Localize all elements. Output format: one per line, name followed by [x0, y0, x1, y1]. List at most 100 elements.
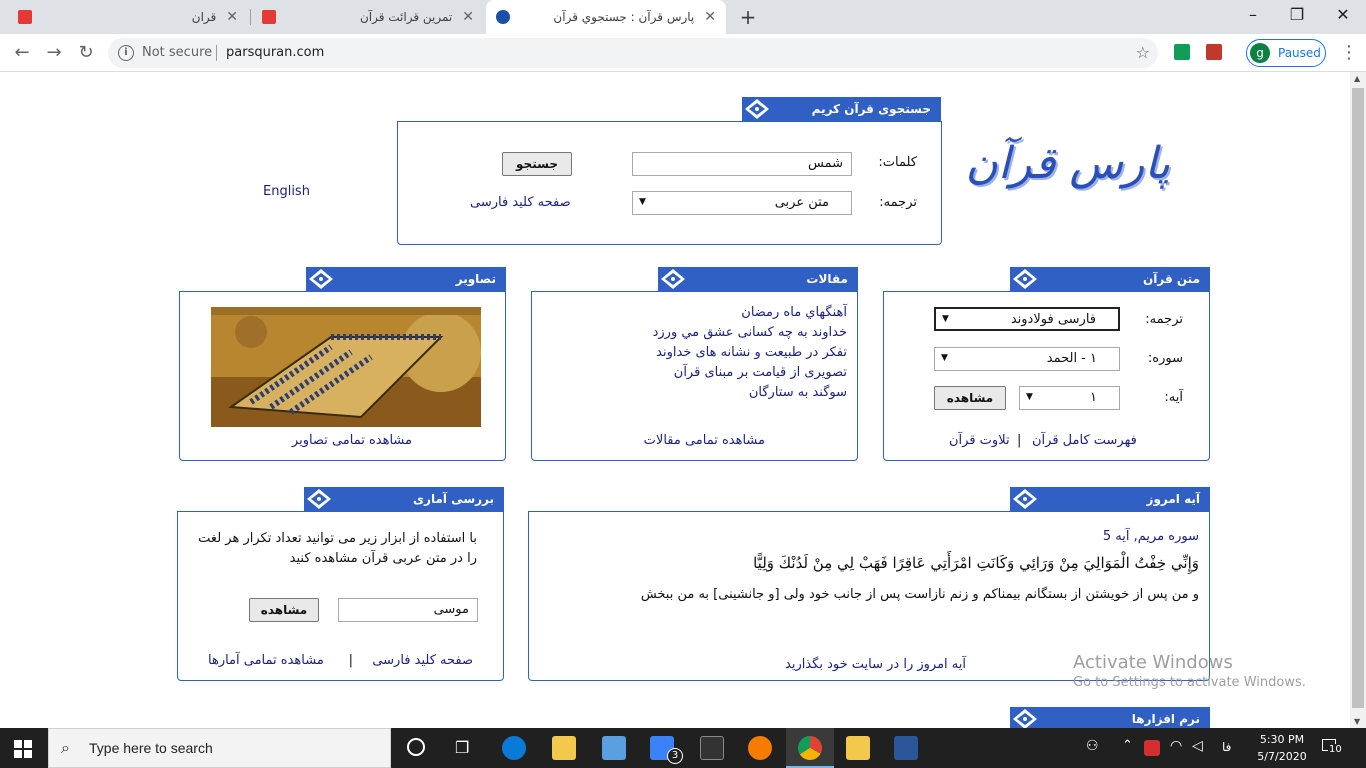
close-icon[interactable]: ✕	[226, 9, 238, 25]
quran-text-header: متن قرآن	[1010, 267, 1210, 291]
parsquran-favicon-icon	[496, 10, 510, 24]
all-stats-link[interactable]: مشاهده تمامی آمارها	[208, 653, 324, 668]
mail-badge: 3	[667, 748, 683, 764]
close-window-button[interactable]: ✕	[1320, 0, 1366, 30]
windows-logo-icon	[14, 740, 32, 758]
pdf-extension-icon[interactable]	[1206, 44, 1222, 60]
miniature-painting-image[interactable]	[211, 307, 481, 427]
tab-quran[interactable]: قران ✕	[8, 0, 248, 34]
cortana-icon[interactable]	[407, 738, 425, 756]
sura-select[interactable]: ۱ - الحمد ▼	[934, 347, 1120, 371]
avatar: g	[1250, 43, 1270, 63]
new-tab-button[interactable]: +	[737, 6, 759, 28]
search-input[interactable]: شمس	[632, 152, 852, 176]
article-link[interactable]: تفکر در طبیعت و نشانه های خداوند	[656, 345, 847, 360]
close-icon[interactable]: ✕	[704, 9, 716, 25]
firefox-icon[interactable]	[748, 736, 772, 760]
ornament-icon	[1013, 269, 1037, 289]
software-header: نرم افزارها	[1010, 707, 1210, 728]
aya-select[interactable]: ۱ ▼	[1019, 386, 1120, 410]
ornament-icon	[1013, 709, 1037, 728]
sheets-extension-icon[interactable]	[1174, 44, 1190, 60]
bookmark-star-icon[interactable]: ☆	[1136, 43, 1150, 62]
search-button[interactable]: جستجو	[502, 152, 572, 176]
chevron-up-icon[interactable]: ⌃	[1122, 738, 1133, 753]
forward-button[interactable]: →	[42, 41, 66, 65]
english-link[interactable]: English	[263, 184, 310, 199]
tab-recitation-practice[interactable]: تمرين قرائت قرآن ✕	[252, 0, 484, 34]
address-bar[interactable]: i Not secure parsquran.com ☆	[108, 38, 1158, 68]
pdf-favicon-icon	[262, 10, 276, 24]
articles-panel: آهنگهاي ماه رمضان خداوند به چه کسانی عشق…	[531, 291, 858, 461]
taskbar-search-box[interactable]: ⌕ Type here to search	[48, 728, 391, 768]
people-icon[interactable]: ⚇	[1086, 738, 1099, 754]
scroll-up-icon[interactable]: ▲	[1354, 74, 1360, 83]
article-link[interactable]: تصویری از قیامت بر مبنای قرآن	[674, 365, 847, 380]
browser-toolbar: ← → ↻ i Not secure parsquran.com ☆ g Pau…	[0, 34, 1366, 72]
quran-text-panel: ترجمه: فارسی فولادوند ▼ سوره: ۱ - الحمد …	[883, 291, 1210, 461]
page-content: پارس قرآن English جستجوی قرآن کریم کلمات…	[0, 72, 1350, 728]
images-header: تصاویر	[306, 267, 506, 291]
search-icon: ⌕	[61, 738, 70, 757]
notification-badge: 10	[1328, 744, 1343, 755]
translation-select[interactable]: متن عربی ▼	[632, 191, 852, 215]
article-link[interactable]: آهنگهاي ماه رمضان	[741, 305, 847, 320]
wifi-icon[interactable]: ◠	[1170, 738, 1182, 754]
article-link[interactable]: خداوند به چه کسانی عشق مي ورزد	[653, 325, 847, 340]
view-verse-button[interactable]: مشاهده	[934, 386, 1006, 410]
volume-icon[interactable]: ◁	[1192, 738, 1203, 754]
store-icon[interactable]	[552, 736, 576, 760]
close-icon[interactable]: ✕	[462, 9, 474, 25]
ornament-icon	[309, 269, 333, 289]
tray-app-icon[interactable]	[1144, 740, 1160, 756]
verse-reference: سوره مریم, آیه 5	[1102, 529, 1199, 544]
notification-center[interactable]: 10	[1320, 738, 1346, 758]
persian-keyboard-link[interactable]: صفحه کلید فارسی	[372, 653, 473, 668]
persian-keyboard-link[interactable]: صفحه کلید فارسی	[470, 195, 571, 210]
menu-icon[interactable]: ⋮	[1340, 42, 1358, 63]
recitation-link[interactable]: تلاوت قرآن	[949, 433, 1010, 448]
edge-icon[interactable]	[502, 736, 526, 760]
ornament-icon	[1013, 489, 1037, 509]
all-images-link[interactable]: مشاهده تمامی تصاویر	[292, 433, 412, 448]
media-app-icon[interactable]	[700, 736, 724, 760]
quran-translation-select[interactable]: فارسی فولادوند ▼	[934, 307, 1120, 331]
site-logo[interactable]: پارس قرآن	[966, 130, 1170, 210]
scroll-down-icon[interactable]: ▼	[1354, 717, 1360, 726]
article-link[interactable]: سوگند به ستارگان	[749, 385, 847, 400]
computer-icon[interactable]	[602, 736, 626, 760]
windows-taskbar: ⌕ Type here to search ❐ 3 ⚇ ⌃ ◠ ◁ فا 5:3…	[0, 728, 1366, 768]
word-input[interactable]: موسی	[338, 598, 478, 622]
maximize-button[interactable]: ❐	[1274, 0, 1320, 30]
info-icon[interactable]: i	[118, 45, 134, 61]
embed-verse-link[interactable]: آیه امروز را در سایت خود بگذارید	[785, 657, 966, 672]
dropdown-arrow-icon: ▼	[1026, 392, 1033, 402]
tab-parsquran-search[interactable]: پارس قرآن : جستجوي قرآن ✕	[486, 0, 726, 34]
task-view-icon[interactable]: ❐	[455, 738, 469, 757]
minimize-button[interactable]: –	[1230, 0, 1276, 30]
reload-button[interactable]: ↻	[74, 41, 98, 65]
all-articles-link[interactable]: مشاهده تمامی مقالات	[644, 433, 765, 448]
view-stats-button[interactable]: مشاهده	[249, 598, 319, 622]
chrome-taskbar-button[interactable]	[786, 728, 834, 768]
logo-text: پارس قرآن	[965, 138, 1170, 189]
dropdown-arrow-icon: ▼	[639, 197, 646, 207]
images-panel: مشاهده تمامی تصاویر	[179, 291, 506, 461]
stats-description: با استفاده از ابزار زیر می توانید تعداد …	[198, 531, 477, 566]
dropdown-arrow-icon: ▼	[942, 314, 949, 324]
activate-windows-watermark: Activate Windows Go to Settings to activ…	[1073, 652, 1306, 690]
pdf-favicon-icon	[18, 10, 32, 24]
clock[interactable]: 5:30 PM 5/7/2020	[1252, 731, 1312, 765]
verse-today-header: آیه امروز	[1010, 487, 1210, 511]
back-button[interactable]: ←	[10, 41, 34, 65]
ornament-icon	[661, 269, 685, 289]
language-indicator[interactable]: فا	[1222, 740, 1231, 754]
profile-button[interactable]: g Paused	[1246, 39, 1326, 67]
file-explorer-icon[interactable]	[846, 736, 870, 760]
word-icon[interactable]	[894, 736, 918, 760]
url-text[interactable]: parsquran.com	[226, 45, 324, 60]
scroll-thumb[interactable]	[1352, 88, 1364, 708]
quran-index-link[interactable]: فهرست کامل قرآن	[1032, 433, 1137, 448]
vertical-scrollbar[interactable]: ▲ ▼	[1350, 72, 1366, 728]
start-button[interactable]	[14, 740, 32, 758]
